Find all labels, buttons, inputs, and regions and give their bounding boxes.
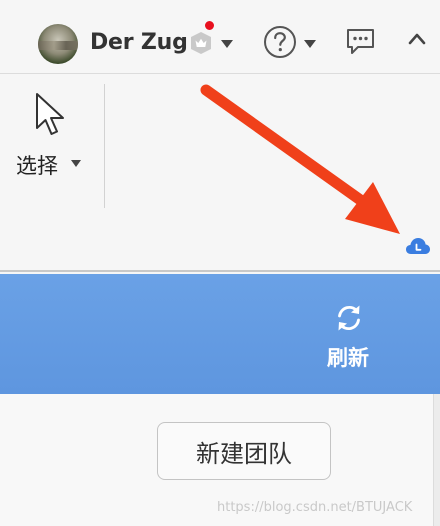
refresh-button-label[interactable]: 刷新	[327, 342, 369, 372]
shield-crown-icon[interactable]	[188, 30, 214, 56]
top-bar: Der Zug	[0, 0, 440, 74]
select-tool-label: 选择	[16, 154, 58, 178]
select-tool-button[interactable]: 选择	[8, 88, 88, 198]
ribbon-divider	[104, 84, 105, 208]
refresh-icon[interactable]	[333, 302, 365, 334]
help-menu-chevron-down-icon[interactable]	[304, 40, 316, 48]
avatar-photo	[38, 41, 78, 50]
scrollbar[interactable]	[433, 394, 440, 526]
watermark: https://blog.csdn.net/BTUJACK	[217, 500, 413, 515]
annotation-arrow	[190, 78, 420, 248]
select-tool-chevron-down-icon[interactable]	[71, 160, 81, 167]
chat-bubble-icon[interactable]	[345, 26, 376, 56]
chevron-up-icon[interactable]	[406, 28, 428, 50]
question-circle-icon[interactable]	[263, 25, 297, 59]
user-avatar[interactable]	[38, 24, 78, 64]
username[interactable]: Der Zug	[90, 30, 188, 55]
notification-dot	[204, 20, 215, 31]
team-banner: 刷新	[0, 274, 440, 394]
user-menu-chevron-down-icon[interactable]	[221, 40, 233, 48]
new-team-button[interactable]: 新建团队	[157, 422, 331, 480]
cursor-arrow-icon	[34, 92, 74, 140]
